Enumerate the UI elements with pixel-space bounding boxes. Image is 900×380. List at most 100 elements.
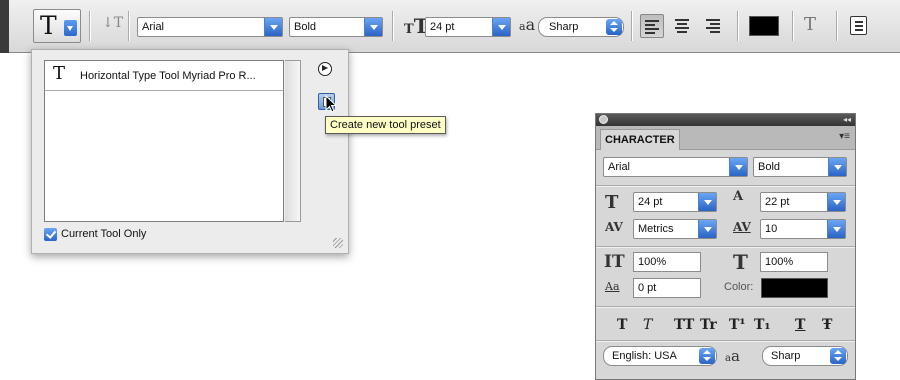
divider: [89, 11, 90, 41]
baseline-shift-field[interactable]: 0 pt: [633, 278, 701, 298]
current-tool-only-checkbox[interactable]: [44, 228, 57, 241]
close-icon[interactable]: [599, 115, 608, 124]
text-color-swatch[interactable]: [749, 16, 779, 36]
warp-text-icon[interactable]: T: [804, 14, 816, 35]
divider: [836, 11, 837, 41]
type-tool-icon: T: [53, 63, 66, 84]
anti-alias-value: Sharp: [549, 21, 579, 33]
align-center-button[interactable]: [670, 14, 694, 38]
chevron-down-icon: [492, 18, 510, 36]
subscript-button[interactable]: T₁: [754, 317, 771, 333]
chevron-down-icon: [698, 220, 716, 238]
divider: [737, 11, 738, 41]
divider: [596, 340, 855, 341]
vertical-scale-icon: IT: [604, 252, 625, 272]
current-tool-only-label: Current Tool Only: [61, 228, 147, 240]
font-family-select[interactable]: Arial: [603, 157, 748, 177]
font-size-value: 24 pt: [430, 21, 455, 33]
horizontal-scale-icon: T: [733, 250, 748, 274]
divider: [596, 306, 855, 307]
chevron-down-icon: [698, 193, 716, 211]
chevron-down-icon: [264, 18, 282, 36]
language-select[interactable]: English: USA: [603, 346, 717, 366]
tooltip: Create new tool preset: [325, 116, 446, 134]
faux-italic-button[interactable]: T: [643, 317, 652, 333]
font-family-value: Arial: [142, 21, 165, 33]
font-family-select[interactable]: Arial: [137, 17, 283, 37]
font-style-select[interactable]: Bold: [289, 17, 383, 37]
divider: [392, 11, 393, 41]
chevron-down-icon: [828, 158, 846, 176]
small-caps-button[interactable]: Tr: [700, 317, 717, 333]
font-size-value: 24 pt: [638, 196, 663, 208]
font-style-value: Bold: [758, 161, 781, 173]
panel-menu-icon[interactable]: ▾≡: [839, 131, 850, 142]
tracking-select[interactable]: 10: [760, 219, 846, 239]
anti-alias-select[interactable]: Sharp: [762, 346, 848, 366]
chevron-down-icon: [827, 193, 845, 211]
chevron-down-icon: [364, 18, 382, 36]
all-caps-button[interactable]: TT: [674, 317, 694, 333]
font-size-icon: T: [605, 192, 619, 213]
kerning-icon: AV: [605, 220, 623, 234]
panel-titlebar[interactable]: ◂◂: [596, 114, 855, 126]
underline-button[interactable]: T: [795, 317, 805, 333]
anti-alias-icon: aa: [519, 15, 536, 34]
text-orientation-toggle-icon[interactable]: ↓T: [102, 15, 123, 31]
panel-tab-row: CHARACTER ▾≡: [596, 126, 855, 150]
preset-menu-button[interactable]: [318, 62, 332, 76]
collapse-icon[interactable]: ◂◂: [843, 114, 851, 125]
stepper-icon: [606, 19, 622, 35]
preset-list-scrollbar[interactable]: [285, 60, 301, 222]
vertical-scale-field[interactable]: 100%: [633, 252, 701, 272]
type-tool-icon: T: [40, 11, 57, 40]
font-style-value: Bold: [294, 21, 317, 33]
options-bar: T ↓T Arial Bold TT 24 pt aa Sharp T: [0, 0, 900, 53]
kerning-value: Metrics: [638, 223, 674, 235]
toggle-panels-icon[interactable]: [850, 16, 867, 35]
chevron-down-icon: [827, 220, 845, 238]
divider: [631, 11, 632, 41]
font-family-value: Arial: [608, 161, 631, 173]
tool-preset-picker-popup: T Horizontal Type Tool Myriad Pro R... C…: [31, 49, 349, 254]
language-value: English: USA: [612, 350, 677, 362]
tool-preset-picker-button[interactable]: T: [33, 9, 81, 43]
font-size-select[interactable]: 24 pt: [425, 17, 511, 37]
anti-alias-icon: aa: [725, 347, 740, 365]
preset-item-label: Horizontal Type Tool Myriad Pro R...: [80, 70, 256, 82]
leading-value: 22 pt: [765, 196, 790, 208]
stepper-icon: [830, 348, 846, 364]
tab-character[interactable]: CHARACTER: [600, 129, 680, 150]
preset-list: T Horizontal Type Tool Myriad Pro R...: [44, 60, 284, 222]
options-bar-grip[interactable]: [0, 0, 9, 53]
align-left-button[interactable]: [640, 14, 664, 38]
divider: [596, 246, 855, 247]
tracking-icon: AV: [733, 220, 751, 234]
font-style-select[interactable]: Bold: [753, 157, 847, 177]
character-panel: ◂◂ CHARACTER ▾≡ Arial Bold T 24 pt A 22 …: [595, 113, 856, 380]
list-item[interactable]: T Horizontal Type Tool Myriad Pro R...: [45, 61, 283, 91]
tracking-value: 10: [765, 223, 778, 235]
font-size-select[interactable]: 24 pt: [633, 192, 717, 212]
chevron-down-icon: [729, 158, 747, 176]
mouse-cursor-icon: [325, 95, 337, 113]
anti-alias-value: Sharp: [771, 350, 801, 362]
divider: [128, 11, 129, 41]
anti-alias-select[interactable]: Sharp: [538, 17, 624, 37]
leading-select[interactable]: 22 pt: [760, 192, 846, 212]
kerning-select[interactable]: Metrics: [633, 219, 717, 239]
color-label: Color:: [724, 281, 754, 293]
text-color-swatch[interactable]: [761, 278, 828, 298]
divider: [596, 185, 855, 186]
resize-grip[interactable]: [333, 238, 343, 248]
stepper-icon: [699, 348, 715, 364]
baseline-shift-icon: Aa: [605, 280, 620, 293]
align-right-button[interactable]: [700, 14, 724, 38]
strikethrough-button[interactable]: Ŧ: [822, 317, 832, 333]
leading-icon: A: [733, 189, 744, 204]
horizontal-scale-field[interactable]: 100%: [760, 252, 828, 272]
superscript-button[interactable]: T¹: [729, 317, 746, 333]
chevron-down-icon: [64, 20, 77, 36]
divider: [792, 11, 793, 41]
faux-bold-button[interactable]: T: [617, 317, 627, 333]
